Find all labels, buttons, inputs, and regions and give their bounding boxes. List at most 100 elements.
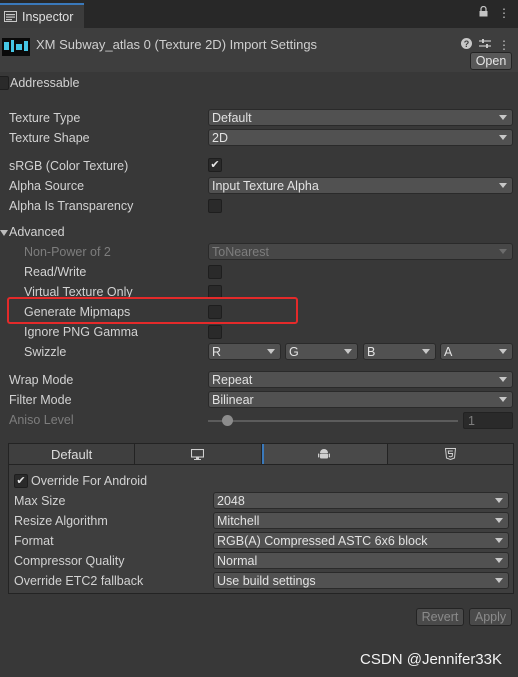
texture-type-label: Texture Type bbox=[9, 111, 81, 125]
resize-algorithm-label: Resize Algorithm bbox=[14, 514, 108, 528]
alpha-transparency-checkbox[interactable] bbox=[208, 199, 222, 213]
help-icon[interactable]: ? bbox=[461, 38, 472, 49]
filter-mode-label: Filter Mode bbox=[9, 393, 72, 407]
aniso-level-label: Aniso Level bbox=[9, 413, 74, 427]
filter-mode-dropdown[interactable]: Bilinear bbox=[208, 391, 513, 408]
open-button[interactable]: Open bbox=[470, 52, 512, 70]
check-icon: ✔ bbox=[16, 474, 26, 487]
aniso-slider-track bbox=[208, 420, 458, 422]
inspector-icon bbox=[4, 11, 17, 22]
override-android-label: Override For Android bbox=[31, 474, 148, 488]
android-icon bbox=[318, 449, 331, 459]
texture-type-dropdown[interactable]: Default bbox=[208, 109, 513, 126]
format-dropdown[interactable]: RGB(A) Compressed ASTC 6x6 block bbox=[213, 532, 509, 549]
filter-mode-value: Bilinear bbox=[212, 392, 254, 407]
platform-tabs: Default bbox=[8, 443, 514, 465]
check-icon: ✔ bbox=[210, 158, 220, 171]
etc2-fallback-label: Override ETC2 fallback bbox=[14, 574, 144, 588]
watermark: CSDN @Jennifer33K bbox=[360, 651, 502, 668]
chevron-down-icon bbox=[422, 349, 430, 354]
asset-header: XM Subway_atlas 0 (Texture 2D) Import Se… bbox=[0, 28, 518, 72]
etc2-fallback-dropdown[interactable]: Use build settings bbox=[213, 572, 509, 589]
readwrite-checkbox[interactable] bbox=[208, 265, 222, 279]
swizzle-r-value: R bbox=[212, 344, 222, 359]
texture-shape-value: 2D bbox=[212, 130, 228, 145]
html5-icon bbox=[444, 448, 456, 460]
chevron-down-icon bbox=[499, 135, 507, 140]
npot-label: Non-Power of 2 bbox=[24, 245, 111, 259]
more-options-icon[interactable]: ⋮ bbox=[498, 38, 510, 52]
window-tab-strip: Inspector ⋮ bbox=[0, 0, 518, 28]
chevron-down-icon bbox=[495, 518, 503, 523]
swizzle-b-value: B bbox=[367, 344, 376, 359]
format-label: Format bbox=[14, 534, 54, 548]
max-size-value: 2048 bbox=[217, 493, 245, 508]
chevron-down-icon bbox=[499, 377, 507, 382]
monitor-icon bbox=[191, 448, 205, 460]
compressor-quality-value: Normal bbox=[217, 553, 258, 568]
srgb-label: sRGB (Color Texture) bbox=[9, 159, 129, 173]
alpha-source-dropdown[interactable]: Input Texture Alpha bbox=[208, 177, 513, 194]
readwrite-label: Read/Write bbox=[24, 265, 87, 279]
swizzle-g-value: G bbox=[289, 344, 299, 359]
apply-button[interactable]: Apply bbox=[469, 608, 512, 626]
inspector-tab[interactable]: Inspector bbox=[0, 3, 84, 28]
swizzle-g-dropdown[interactable]: G bbox=[285, 343, 358, 360]
compressor-quality-label: Compressor Quality bbox=[14, 554, 125, 568]
addressable-checkbox[interactable] bbox=[0, 76, 9, 90]
chevron-down-icon bbox=[499, 349, 507, 354]
advanced-foldout-label[interactable]: Advanced bbox=[9, 225, 65, 239]
texture-type-value: Default bbox=[212, 110, 252, 125]
revert-button[interactable]: Revert bbox=[416, 608, 464, 626]
alpha-transparency-label: Alpha Is Transparency bbox=[9, 199, 134, 213]
presets-icon[interactable] bbox=[479, 38, 491, 49]
npot-value: ToNearest bbox=[212, 244, 269, 259]
highlight-annotation bbox=[7, 297, 298, 324]
aniso-level-field: 1 bbox=[463, 412, 513, 429]
resize-algorithm-value: Mitchell bbox=[217, 513, 260, 528]
format-value: RGB(A) Compressed ASTC 6x6 block bbox=[217, 533, 428, 548]
compressor-quality-dropdown[interactable]: Normal bbox=[213, 552, 509, 569]
aniso-slider-handle bbox=[222, 415, 233, 426]
alpha-source-label: Alpha Source bbox=[9, 179, 85, 193]
chevron-down-icon bbox=[499, 397, 507, 402]
resize-algorithm-dropdown[interactable]: Mitchell bbox=[213, 512, 509, 529]
wrap-mode-dropdown[interactable]: Repeat bbox=[208, 371, 513, 388]
srgb-checkbox[interactable]: ✔ bbox=[208, 158, 222, 172]
swizzle-a-dropdown[interactable]: A bbox=[440, 343, 513, 360]
wrap-mode-label: Wrap Mode bbox=[9, 373, 74, 387]
chevron-down-icon bbox=[499, 183, 507, 188]
chevron-down-icon bbox=[499, 249, 507, 254]
max-size-label: Max Size bbox=[14, 494, 66, 508]
chevron-down-icon bbox=[499, 115, 507, 120]
tab-standalone[interactable] bbox=[135, 444, 262, 464]
tab-webgl[interactable] bbox=[387, 444, 513, 464]
page-title: XM Subway_atlas 0 (Texture 2D) Import Se… bbox=[36, 37, 318, 52]
chevron-down-icon bbox=[495, 538, 503, 543]
alpha-source-value: Input Texture Alpha bbox=[212, 178, 319, 193]
swizzle-r-dropdown[interactable]: R bbox=[208, 343, 281, 360]
texture-shape-dropdown[interactable]: 2D bbox=[208, 129, 513, 146]
swizzle-a-value: A bbox=[444, 344, 453, 359]
tab-default[interactable]: Default bbox=[9, 444, 136, 464]
tab-android[interactable] bbox=[261, 444, 388, 464]
chevron-down-icon bbox=[344, 349, 352, 354]
texture-shape-label: Texture Shape bbox=[9, 131, 90, 145]
swizzle-b-dropdown[interactable]: B bbox=[363, 343, 436, 360]
chevron-down-icon bbox=[495, 578, 503, 583]
max-size-dropdown[interactable]: 2048 bbox=[213, 492, 509, 509]
texture-thumbnail bbox=[2, 38, 30, 56]
chevron-down-icon bbox=[495, 498, 503, 503]
inspector-tab-label: Inspector bbox=[22, 9, 74, 24]
wrap-mode-value: Repeat bbox=[212, 372, 253, 387]
ignore-png-gamma-checkbox[interactable] bbox=[208, 325, 222, 339]
etc2-fallback-value: Use build settings bbox=[217, 573, 316, 588]
more-options-icon[interactable]: ⋮ bbox=[498, 6, 510, 20]
addressable-label: Addressable bbox=[10, 76, 80, 90]
lock-icon[interactable] bbox=[479, 6, 488, 17]
chevron-down-icon bbox=[495, 558, 503, 563]
foldout-arrow-icon[interactable] bbox=[0, 230, 8, 236]
override-android-checkbox[interactable]: ✔ bbox=[14, 474, 28, 488]
npot-dropdown: ToNearest bbox=[208, 243, 513, 260]
ignore-png-gamma-label: Ignore PNG Gamma bbox=[24, 325, 138, 339]
